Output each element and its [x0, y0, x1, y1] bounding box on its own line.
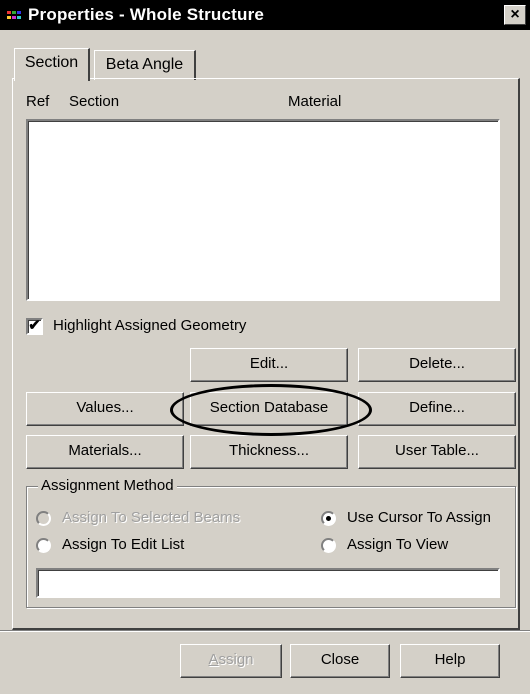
checkmark-icon: ✔ [28, 317, 41, 334]
edit-button[interactable]: Edit... [190, 348, 348, 382]
close-button[interactable]: Close [290, 644, 390, 678]
tab-beta-angle[interactable]: Beta Angle [94, 50, 196, 80]
radio-use-cursor[interactable] [321, 511, 336, 526]
properties-dialog: Properties - Whole Structure × Section B… [0, 0, 530, 694]
annotation-oval [170, 384, 372, 436]
assign-button[interactable]: Assign [180, 644, 282, 678]
edit-list-field[interactable] [36, 568, 500, 598]
app-icon [7, 11, 21, 19]
radio-assign-edit-list-label: Assign To Edit List [62, 536, 185, 553]
delete-button[interactable]: Delete... [358, 348, 516, 382]
materials-button[interactable]: Materials... [26, 435, 184, 469]
tab-beta-angle-label: Beta Angle [105, 56, 184, 73]
column-header-section: Section [69, 93, 120, 110]
title-bar[interactable]: Properties - Whole Structure × [0, 0, 530, 30]
tab-section[interactable]: Section [14, 48, 90, 81]
highlight-geometry-label: Highlight Assigned Geometry [53, 317, 247, 334]
assign-label-rest: ssign [218, 651, 254, 668]
window-title: Properties - Whole Structure [28, 5, 265, 24]
assign-accelerator: A [208, 651, 219, 668]
tab-section-label: Section [24, 54, 79, 71]
highlight-geometry-checkbox[interactable]: ✔ [26, 318, 43, 335]
radio-assign-view-label: Assign To View [347, 536, 449, 553]
values-button[interactable]: Values... [26, 392, 184, 426]
radio-assign-selected-beams-label: Assign To Selected Beams [62, 509, 241, 526]
radio-assign-selected-beams[interactable] [36, 511, 51, 526]
user-table-button[interactable]: User Table... [358, 435, 516, 469]
column-header-ref: Ref [26, 93, 50, 110]
radio-assign-edit-list[interactable] [36, 538, 51, 553]
define-button[interactable]: Define... [358, 392, 516, 426]
section-list[interactable] [26, 119, 500, 301]
radio-selected-dot [326, 516, 331, 521]
help-button[interactable]: Help [400, 644, 500, 678]
close-window-button[interactable]: × [504, 5, 526, 25]
radio-assign-view[interactable] [321, 538, 336, 553]
radio-use-cursor-label: Use Cursor To Assign [347, 509, 491, 526]
close-icon: × [510, 6, 520, 23]
assignment-method-title: Assignment Method [38, 477, 177, 494]
column-header-material: Material [288, 93, 342, 110]
footer-separator [0, 630, 530, 632]
thickness-button[interactable]: Thickness... [190, 435, 348, 469]
